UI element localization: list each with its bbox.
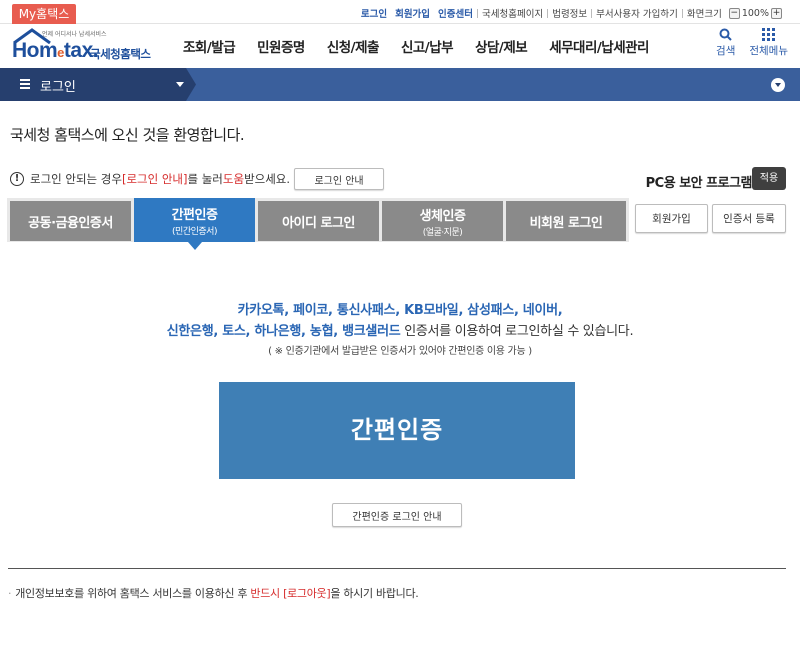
- location-bar: 로그인: [0, 68, 800, 101]
- tab-label: 공동·금융인증서: [28, 215, 113, 231]
- notice-text-pre: 로그인 안되는 경우: [30, 172, 122, 186]
- zoom-control: − 100% +: [728, 7, 782, 19]
- login-guide-button[interactable]: 로그인 안내: [294, 168, 385, 190]
- bullet: ·: [8, 587, 12, 600]
- security-apply-button[interactable]: 적용: [752, 167, 786, 190]
- tab-guest-login[interactable]: 비회원 로그인: [506, 201, 626, 241]
- nav-item-consult[interactable]: 상담/제보: [475, 36, 528, 56]
- my-hometax-tab[interactable]: My홈택스: [12, 4, 76, 24]
- zoom-in-button[interactable]: +: [771, 7, 782, 19]
- hometax-logo[interactable]: 언제 어디서나 납세서비스 Hometax. 국세청홈택스: [12, 28, 162, 64]
- all-menu-label: 전체메뉴: [749, 45, 788, 57]
- footnote-text-pre: 개인정보보호를 위하여 홈택스 서비스를 이용하신 후: [15, 587, 251, 600]
- dept-user-signup-link[interactable]: 부서사용자 가입하기: [592, 6, 682, 20]
- header: 언제 어디서나 납세서비스 Hometax. 국세청홈택스 조회/발급 민원증명…: [0, 24, 800, 68]
- notice-highlight-login-guide: [로그인 안내]: [121, 172, 188, 186]
- search-button[interactable]: 검색: [716, 28, 735, 58]
- all-menu-button[interactable]: 전체메뉴: [749, 28, 788, 58]
- screen-size-label: 화면크기: [686, 9, 722, 20]
- tab-sublabel: (민간인증서): [172, 226, 217, 237]
- zoom-out-button[interactable]: −: [728, 7, 740, 19]
- providers-banks: 신한은행, 토스, 하나은행, 농협, 뱅크샐러드: [166, 324, 401, 339]
- footnote-text-post: 을 하시기 바랍니다.: [330, 587, 419, 600]
- nts-homepage-link[interactable]: 국세청홈페이지: [478, 6, 547, 20]
- location-dropdown[interactable]: 로그인: [0, 68, 196, 101]
- chevron-down-icon[interactable]: [771, 78, 785, 92]
- notice-text-post: 받으세요.: [244, 172, 291, 186]
- page-title: 국세청 홈택스에 오신 것을 환영합니다.: [10, 126, 245, 144]
- simple-auth-button[interactable]: 간편인증: [219, 382, 575, 479]
- active-tab-pointer: [188, 242, 202, 250]
- utility-links: 로그인 회원가입 인증센터 국세청홈페이지 법령정보 부서사용자 가입하기 화면…: [357, 5, 782, 21]
- location-title: 로그인: [40, 80, 76, 95]
- cert-center-link[interactable]: 인증센터: [434, 6, 477, 20]
- join-button[interactable]: 회원가입: [635, 204, 708, 233]
- simple-auth-note: ( ※ 인증기관에서 발급받은 인증서가 있어야 간편인증 이용 가능 ): [268, 346, 532, 357]
- security-program-label: PC용 보안 프로그램: [645, 176, 753, 191]
- notice-highlight-help: 도움: [222, 172, 245, 186]
- logout-notice: · 개인정보보호를 위하여 홈택스 서비스를 이용하신 후 반드시 [로그아웃]을…: [8, 585, 419, 601]
- tab-label: 비회원 로그인: [529, 215, 603, 231]
- simple-auth-guide-button[interactable]: 간편인증 로그인 안내: [332, 503, 462, 527]
- logo-korean-name: 국세청홈택스: [90, 47, 151, 61]
- login-help-notice: ! 로그인 안되는 경우 [로그인 안내] 를 눌러 도움 받으세요. 로그인 …: [10, 168, 385, 190]
- nav-item-tax-agent[interactable]: 세무대리/납세관리: [549, 36, 649, 56]
- tab-biometric[interactable]: 생체인증 (얼굴·지문): [382, 201, 503, 241]
- supported-providers-line2: 신한은행, 토스, 하나은행, 농협, 뱅크샐러드 인증서를 이용하여 로그인하…: [0, 320, 800, 339]
- login-method-tabs: 공동·금융인증서 간편인증 (민간인증서) 아이디 로그인 생체인증 (얼굴·지…: [7, 198, 629, 242]
- divider: [8, 568, 786, 569]
- hamburger-icon: [20, 79, 30, 89]
- tab-label: 아이디 로그인: [282, 215, 355, 231]
- zoom-value: 100%: [741, 7, 769, 19]
- nav-item-inquiry[interactable]: 조회/발급: [183, 36, 236, 56]
- law-info-link[interactable]: 법령정보: [548, 6, 591, 20]
- logo-wordmark-a: Hom: [12, 39, 58, 62]
- grid-menu-icon: [762, 28, 776, 41]
- main-nav: 조회/발급 민원증명 신청/제출 신고/납부 상담/제보 세무대리/납세관리: [183, 24, 671, 68]
- tab-joint-certificate[interactable]: 공동·금융인증서: [10, 201, 131, 241]
- providers-text: 인증서를 이용하여 로그인하실 수 있습니다.: [400, 324, 634, 339]
- utility-bar: My홈택스 로그인 회원가입 인증센터 국세청홈페이지 법령정보 부서사용자 가…: [0, 0, 800, 24]
- caret-down-icon: [176, 82, 184, 87]
- logo-tagline: 언제 어디서나 납세서비스: [42, 31, 107, 38]
- tab-sublabel: (얼굴·지문): [422, 227, 463, 238]
- tab-id-login[interactable]: 아이디 로그인: [258, 201, 379, 241]
- supported-providers-line1: 카카오톡, 페이코, 통신사패스, KB모바일, 삼성패스, 네이버,: [237, 303, 563, 318]
- login-link[interactable]: 로그인: [357, 6, 391, 20]
- alert-icon: !: [10, 172, 24, 186]
- header-actions: 검색 전체메뉴: [716, 28, 788, 58]
- tab-label: 간편인증: [171, 207, 218, 223]
- tab-label: 생체인증: [419, 208, 466, 224]
- logo-wordmark-e: e: [57, 45, 64, 60]
- search-icon: [719, 28, 732, 41]
- nav-item-application[interactable]: 신청/제출: [327, 36, 380, 56]
- nav-item-certificates[interactable]: 민원증명: [257, 36, 305, 56]
- signup-link[interactable]: 회원가입: [391, 6, 434, 20]
- footnote-highlight-logout: 반드시 [로그아웃]: [250, 587, 331, 600]
- notice-text-mid: 를 눌러: [187, 172, 223, 186]
- logo-wordmark: Hometax.: [12, 39, 99, 63]
- cert-register-button[interactable]: 인증서 등록: [712, 204, 786, 233]
- tab-simple-auth[interactable]: 간편인증 (민간인증서): [134, 198, 255, 242]
- search-label: 검색: [716, 45, 736, 57]
- nav-item-filing[interactable]: 신고/납부: [401, 36, 454, 56]
